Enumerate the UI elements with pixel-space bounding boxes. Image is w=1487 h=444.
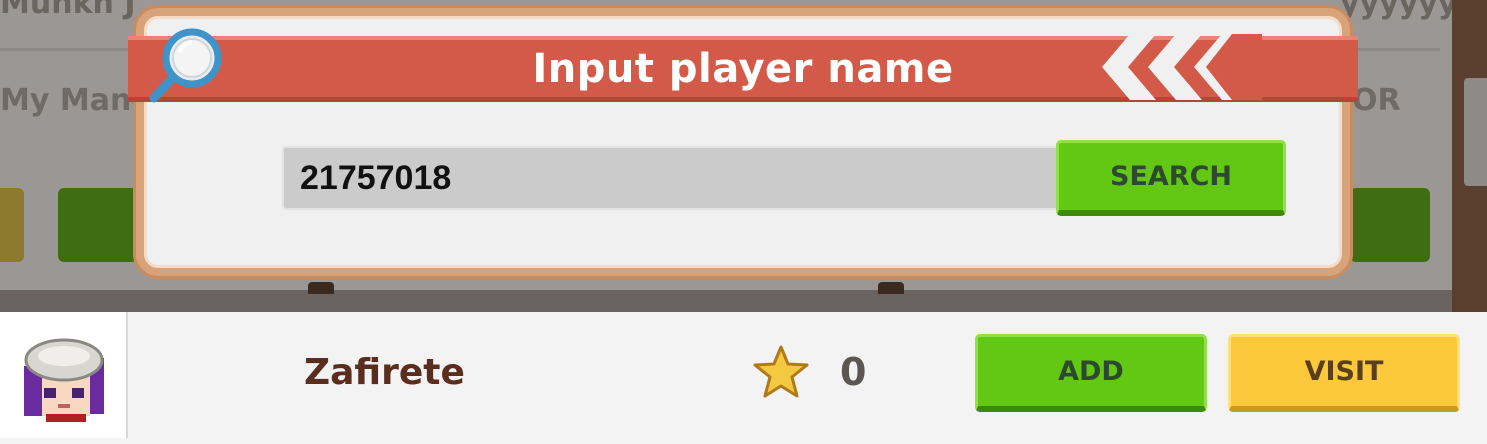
visit-button[interactable]: VISIT — [1228, 334, 1460, 412]
background-button-green — [58, 188, 138, 262]
magnifier-icon — [149, 28, 222, 103]
background-heading: Munkh J — [0, 0, 136, 21]
player-avatar[interactable] — [18, 338, 110, 422]
player-name-input[interactable] — [282, 146, 1072, 210]
side-tab — [1464, 78, 1487, 186]
add-friend-button[interactable]: ADD — [975, 334, 1207, 412]
star-count: 0 — [840, 350, 867, 394]
background-peg — [878, 282, 904, 294]
background-peg — [308, 282, 334, 294]
search-button[interactable]: SEARCH — [1056, 140, 1286, 216]
background-button-olive — [0, 188, 24, 262]
star-icon — [753, 345, 809, 398]
background-button-green-right — [1350, 188, 1430, 262]
background-subtitle-right: OR — [1352, 83, 1401, 118]
player-name: Zafirete — [304, 352, 465, 393]
background-heading-right: yyyyyy — [1340, 0, 1458, 21]
chevron-arrows-icon — [1102, 34, 1262, 100]
